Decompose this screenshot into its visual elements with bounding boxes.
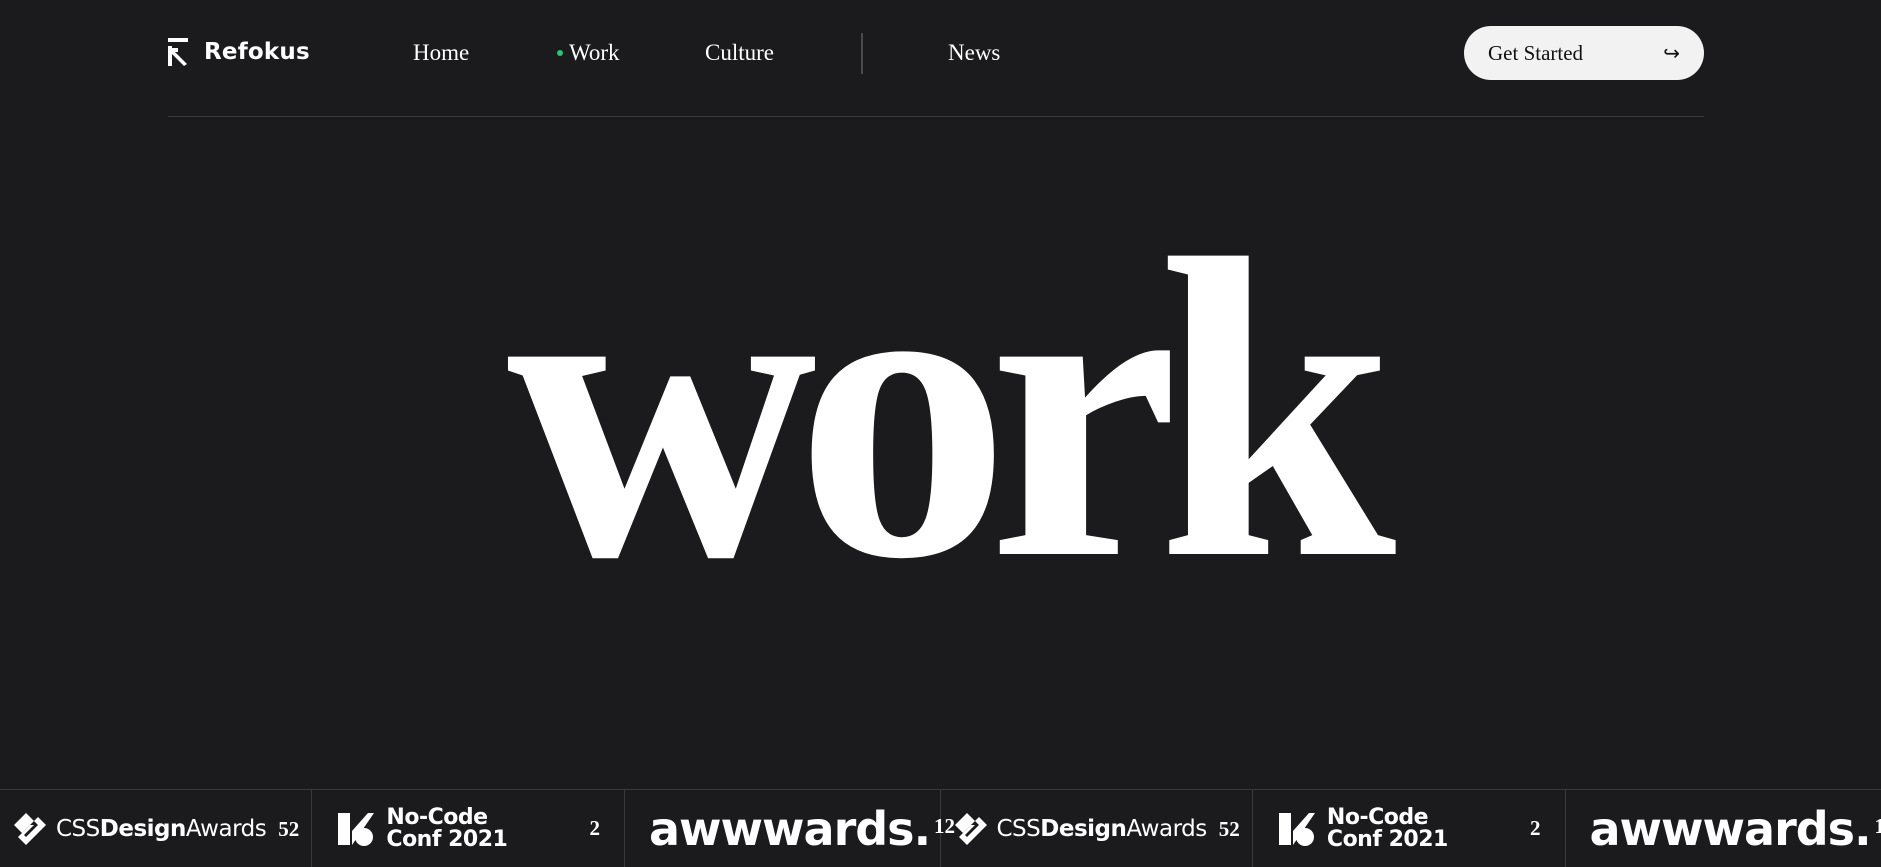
nocode-conf-logo-icon: [1278, 813, 1315, 846]
award-name-part: Awards: [185, 816, 267, 842]
cssda-logo-icon: [954, 813, 987, 845]
award-cssda[interactable]: CSSDesignAwards 52: [0, 790, 313, 867]
award-count: 12: [1874, 813, 1881, 838]
header-divider: [168, 116, 1704, 117]
hero-title: work: [506, 172, 1397, 648]
brand-logo-link[interactable]: Refokus: [168, 38, 310, 66]
nav-item-news[interactable]: News: [948, 38, 1000, 68]
nav-item-home[interactable]: Home: [413, 38, 469, 68]
award-awwwards[interactable]: awwwards. 12: [1566, 790, 1881, 867]
award-count: 2: [1530, 816, 1541, 840]
award-name-bold: Design: [1040, 816, 1127, 842]
award-awwwards[interactable]: awwwards. 12: [625, 790, 955, 867]
award-count: 2: [589, 816, 601, 840]
award-count: 52: [278, 816, 300, 841]
brand-name: Refokus: [204, 39, 310, 65]
award-count: 52: [1218, 816, 1240, 841]
nav-item-work-label: Work: [569, 40, 620, 65]
award-nocode-conf[interactable]: No-Code Conf 2021 2: [312, 790, 625, 867]
award-name-part: CSS: [56, 816, 100, 842]
award-name-line2: Conf 2021: [1326, 827, 1448, 852]
award-nocode-conf[interactable]: No-Code Conf 2021 2: [1253, 790, 1566, 867]
award-name-bold: Design: [99, 816, 187, 842]
awards-strip: CSSDesignAwards 52 No-Code Conf 2021 2 a…: [0, 789, 1881, 867]
get-started-button[interactable]: Get Started ↪: [1464, 26, 1704, 80]
award-name-part: CSS: [996, 816, 1041, 842]
award-name-part: Awards: [1126, 816, 1207, 842]
cssda-logo-icon: [14, 813, 46, 845]
award-name-line2: Conf 2021: [386, 827, 508, 852]
nav-item-work[interactable]: Work: [557, 38, 620, 68]
page: Refokus Home Work Culture News Get Start…: [0, 0, 1881, 867]
nav-item-culture[interactable]: Culture: [705, 38, 774, 68]
awwwards-wordmark: awwwards.: [1589, 802, 1872, 856]
awwwards-wordmark: awwwards.: [649, 802, 931, 856]
arrow-return-right-icon: ↪: [1663, 41, 1680, 65]
get-started-label: Get Started: [1488, 40, 1584, 65]
active-indicator-dot: [557, 50, 563, 56]
refokus-arrow-icon: [168, 38, 188, 66]
award-cssda[interactable]: CSSDesignAwards 52: [941, 790, 1253, 867]
nav-divider: [861, 33, 863, 74]
nocode-conf-logo-icon: [338, 813, 375, 846]
